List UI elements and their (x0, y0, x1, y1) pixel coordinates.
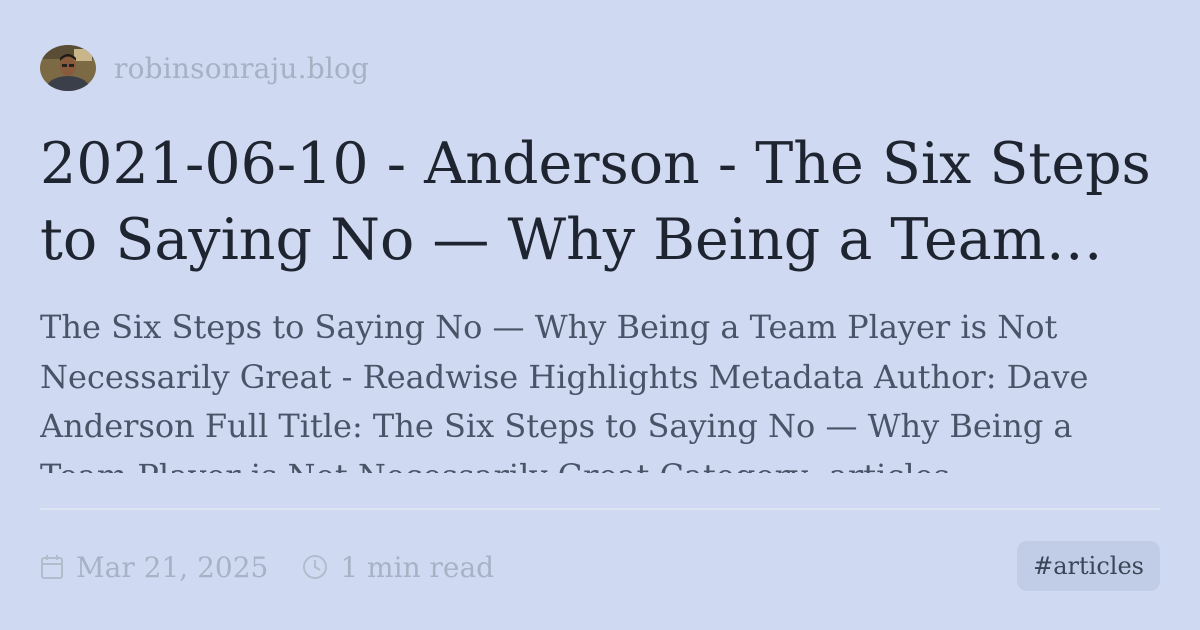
author-photo-icon (40, 45, 96, 91)
read-time: 1 min read (302, 551, 494, 584)
calendar-icon (41, 555, 63, 579)
post-meta: Mar 21, 2025 1 min read (40, 547, 494, 587)
post-date: Mar 21, 2025 (40, 551, 268, 584)
read-time-text: 1 min read (340, 550, 495, 584)
tag-articles[interactable]: #articles (1017, 541, 1160, 591)
post-title[interactable]: 2021-06-10 - Anderson - The Six Steps to… (40, 126, 1160, 278)
author-avatar[interactable] (40, 45, 96, 91)
post-description: The Six Steps to Saying No — Why Being a… (40, 308, 1089, 473)
site-header: robinsonraju.blog (40, 44, 369, 92)
post-date-text: Mar 21, 2025 (76, 550, 269, 584)
site-name[interactable]: robinsonraju.blog (114, 52, 369, 85)
clock-icon (303, 555, 328, 579)
divider (40, 508, 1160, 510)
